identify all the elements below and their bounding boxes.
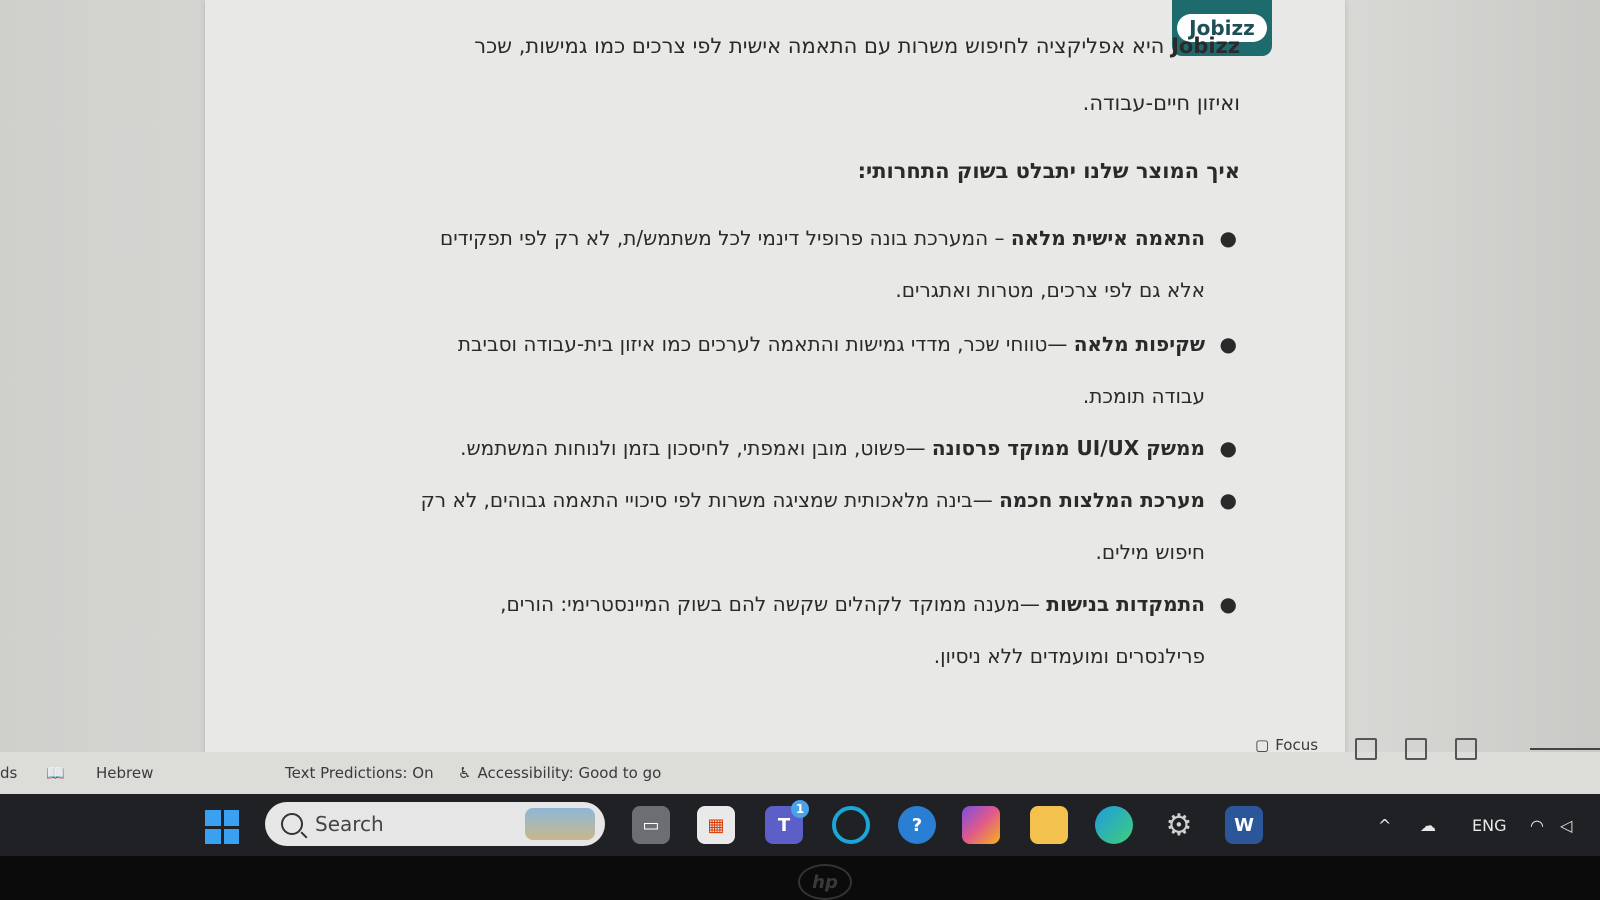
bullet-icon: ●	[1219, 436, 1237, 460]
windows-start-icon[interactable]	[205, 810, 239, 844]
language-tray[interactable]: ENG	[1472, 816, 1506, 835]
book-icon[interactable]: 📖	[46, 764, 65, 782]
language-indicator[interactable]: Hebrew	[96, 764, 153, 782]
intro-brand: Jobizz	[1171, 34, 1240, 58]
edge-icon[interactable]	[1095, 806, 1133, 844]
wifi-icon[interactable]: ◠	[1530, 816, 1544, 835]
intro-line-2[interactable]: ואיזון חיים-עבודה.	[1083, 90, 1240, 116]
text-predictions-status[interactable]: Text Predictions: On	[285, 764, 434, 782]
bullet-term: שקיפות מלאה	[1073, 332, 1205, 356]
word-count-fragment[interactable]: ds	[0, 764, 17, 782]
onedrive-icon[interactable]: ☁	[1420, 816, 1436, 835]
teams-badge: 1	[791, 800, 809, 818]
print-layout-icon[interactable]	[1405, 738, 1427, 760]
focus-label: Focus	[1275, 736, 1319, 754]
focus-button[interactable]: ▢ Focus	[1255, 736, 1318, 754]
search-icon	[281, 813, 303, 835]
bullet-icon: ●	[1219, 592, 1237, 616]
accessibility-label: Accessibility: Good to go	[477, 764, 662, 782]
focus-icon: ▢	[1255, 736, 1270, 754]
list-item[interactable]: ● התמקדות בנישות —מענה ממוקד לקהלים שקשה…	[405, 578, 1237, 682]
chevron-up-icon[interactable]: ^	[1378, 816, 1391, 835]
bullet-term: ממשק UI/UX ממוקד פרסונה	[931, 436, 1205, 460]
laptop-bezel: hp	[0, 856, 1600, 900]
list-item[interactable]: ● שקיפות מלאה —טווחי שכר, מדדי גמישות וה…	[405, 318, 1237, 422]
word-status-bar: ds 📖 Hebrew Text Predictions: On ♿ Acces…	[0, 736, 1600, 794]
volume-icon[interactable]: ◁	[1560, 816, 1572, 835]
search-placeholder: Search	[315, 812, 384, 836]
read-mode-icon[interactable]	[1355, 738, 1377, 760]
hp-logo: hp	[798, 864, 852, 900]
task-view-icon[interactable]: ▭	[632, 806, 670, 844]
intro-text: היא אפליקציה לחיפוש משרות עם התאמה אישית…	[474, 34, 1165, 58]
get-help-icon[interactable]: ?	[898, 806, 936, 844]
bullet-text: —פשוט, מובן ואמפתי, לחיסכון בזמן ולנוחות…	[460, 436, 932, 460]
bullet-icon: ●	[1219, 226, 1237, 250]
view-switcher	[1355, 738, 1477, 760]
search-highlight-image	[525, 808, 595, 840]
accessibility-status[interactable]: ♿ Accessibility: Good to go	[458, 764, 661, 782]
list-item[interactable]: ● מערכת המלצות חכמה —בינה מלאכותית שמציג…	[405, 474, 1237, 578]
section-heading[interactable]: איך המוצר שלנו יתבלט בשוק התחרותי:	[858, 158, 1240, 184]
web-layout-icon[interactable]	[1455, 738, 1477, 760]
bullet-icon: ●	[1219, 332, 1237, 356]
cortana-icon[interactable]	[832, 806, 870, 844]
windows-taskbar: Search ▭ ▦ T 1 ? ⚙ W ^ ☁ ENG ◠ ◁	[0, 794, 1600, 856]
bullet-term: מערכת המלצות חכמה	[999, 488, 1205, 512]
zoom-slider[interactable]	[1530, 748, 1600, 750]
copilot-icon[interactable]	[962, 806, 1000, 844]
bullet-term: התמקדות בנישות	[1046, 592, 1205, 616]
taskbar-search[interactable]: Search	[265, 802, 605, 846]
accessibility-icon: ♿	[458, 764, 472, 782]
word-icon[interactable]: W	[1225, 806, 1263, 844]
list-item[interactable]: ● ממשק UI/UX ממוקד פרסונה —פשוט, מובן וא…	[405, 422, 1237, 474]
settings-gear-icon[interactable]: ⚙	[1160, 806, 1198, 844]
bullet-term: התאמה אישית מלאה	[1010, 226, 1205, 250]
document-workspace: Jobizz Jobizz היא אפליקציה לחיפוש משרות …	[0, 0, 1600, 780]
teams-icon[interactable]: T 1	[765, 800, 809, 844]
file-explorer-icon[interactable]	[1030, 806, 1068, 844]
bullet-icon: ●	[1219, 488, 1237, 512]
list-item[interactable]: ● התאמה אישית מלאה – המערכת בונה פרופיל …	[405, 212, 1237, 316]
microsoft-store-icon[interactable]: ▦	[697, 806, 735, 844]
intro-paragraph[interactable]: Jobizz היא אפליקציה לחיפוש משרות עם התאמ…	[430, 33, 1240, 59]
